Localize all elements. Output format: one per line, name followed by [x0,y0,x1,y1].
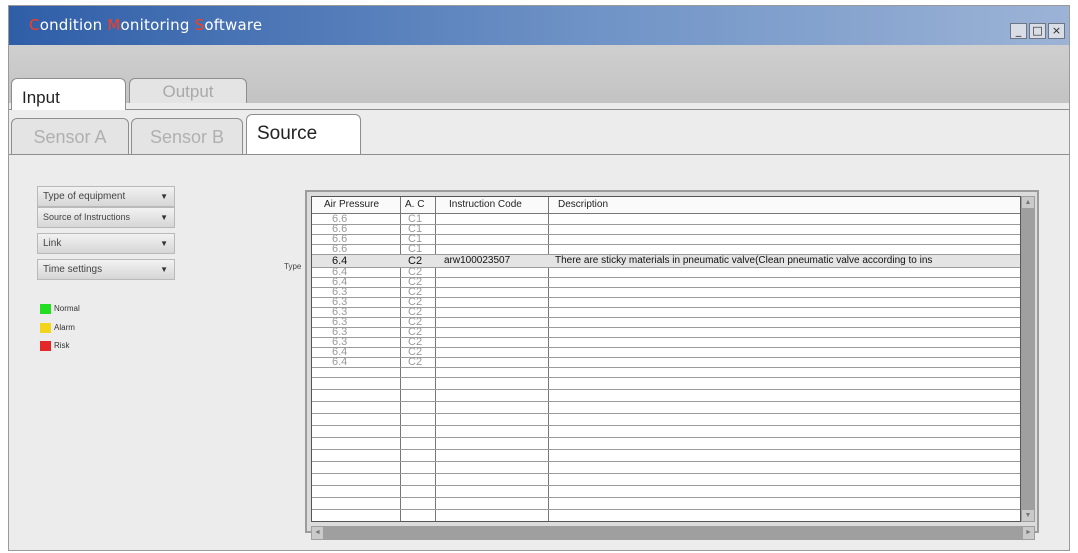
table-row-empty [312,500,1020,510]
legend-label: Alarm [54,323,75,333]
dropdown-label: Source of Instructions [43,212,131,222]
cell-ac: C1 [408,243,423,255]
title-initial-c: C [29,16,40,34]
source-of-instructions-dropdown[interactable]: Source of Instructions ▼ [37,207,175,228]
table-row[interactable]: 6.6 C1 [312,243,1020,255]
dropdown-label: Link [43,238,62,249]
maximize-button[interactable]: □ [1029,23,1046,39]
scroll-up-icon[interactable]: ▲ [1022,197,1034,208]
chevron-down-icon: ▼ [160,265,168,274]
table-row-empty [312,392,1020,402]
legend-risk: Risk [40,341,70,353]
table-row[interactable]: 6.4 C2 [312,356,1020,368]
link-dropdown[interactable]: Link ▼ [37,233,175,254]
close-icon: × [1051,24,1062,37]
data-grid: Air Pressure A. C Instruction Code Descr… [305,190,1039,540]
scroll-right-icon[interactable]: ► [1023,527,1034,539]
cell-ac: C2 [408,356,423,368]
main-tabs-divider [9,109,1069,110]
horizontal-scrollbar[interactable]: ◄ ► [311,526,1035,540]
tab-sensor-b[interactable]: Sensor B [131,118,243,154]
table-row-empty [312,380,1020,390]
title-initial-s: S [194,16,205,34]
vertical-scrollbar[interactable]: ▲ ▼ [1021,196,1035,522]
sub-tabs-divider [9,154,1069,155]
table-row-empty [312,368,1020,378]
table-row-empty [312,476,1020,486]
tab-input[interactable]: Input [11,78,126,110]
title-bar: Condition Monitoring Software _ □ × [9,6,1069,45]
cell-description: There are sticky materials in pneumatic … [555,255,933,266]
time-settings-dropdown[interactable]: Time settings ▼ [37,259,175,280]
column-header-description[interactable]: Description [558,199,608,210]
tab-output[interactable]: Output [129,78,247,103]
title-word-condition: ondition [39,16,108,34]
type-of-equipment-dropdown[interactable]: Type of equipment ▼ [37,186,175,207]
table-row-empty [312,416,1020,426]
close-button[interactable]: × [1048,23,1065,39]
table-row-empty [312,488,1020,498]
row-type-label: Type [284,262,302,271]
cell-instruction-code: arw100023507 [444,255,511,266]
scroll-left-icon[interactable]: ◄ [312,527,323,539]
title-word-software: oftware [204,16,263,34]
legend-alarm: Alarm [40,323,75,335]
minimize-icon: _ [1015,24,1022,37]
maximize-icon: □ [1032,24,1043,37]
tab-sensor-a[interactable]: Sensor A [11,118,129,154]
grid-body: Air Pressure A. C Instruction Code Descr… [311,196,1021,522]
minimize-button[interactable]: _ [1010,23,1027,39]
title-initial-m: M [107,16,121,34]
tab-source[interactable]: Source [246,114,361,154]
table-row-empty [312,440,1020,450]
table-row-empty [312,404,1020,414]
chevron-down-icon: ▼ [160,192,168,201]
title-word-monitoring: onitoring [120,16,195,34]
legend-normal: Normal [40,304,80,316]
table-row-empty [312,464,1020,474]
cell-air-pressure: 6.4 [332,356,348,368]
app-title: Condition Monitoring Software [29,16,262,34]
table-row-empty [312,428,1020,438]
window-controls: _ □ × [1010,23,1065,39]
dropdown-label: Time settings [43,264,103,275]
scroll-down-icon[interactable]: ▼ [1022,510,1034,521]
chevron-down-icon: ▼ [160,213,168,222]
dropdown-label: Type of equipment [43,191,126,202]
risk-swatch [40,341,51,351]
legend-label: Risk [54,341,70,351]
legend-label: Normal [54,304,80,314]
alarm-swatch [40,323,51,333]
normal-swatch [40,304,51,314]
cell-air-pressure: 6.6 [332,243,348,255]
chevron-down-icon: ▼ [160,239,168,248]
app-window: Condition Monitoring Software _ □ × Inpu… [8,5,1070,551]
table-row-empty [312,452,1020,462]
